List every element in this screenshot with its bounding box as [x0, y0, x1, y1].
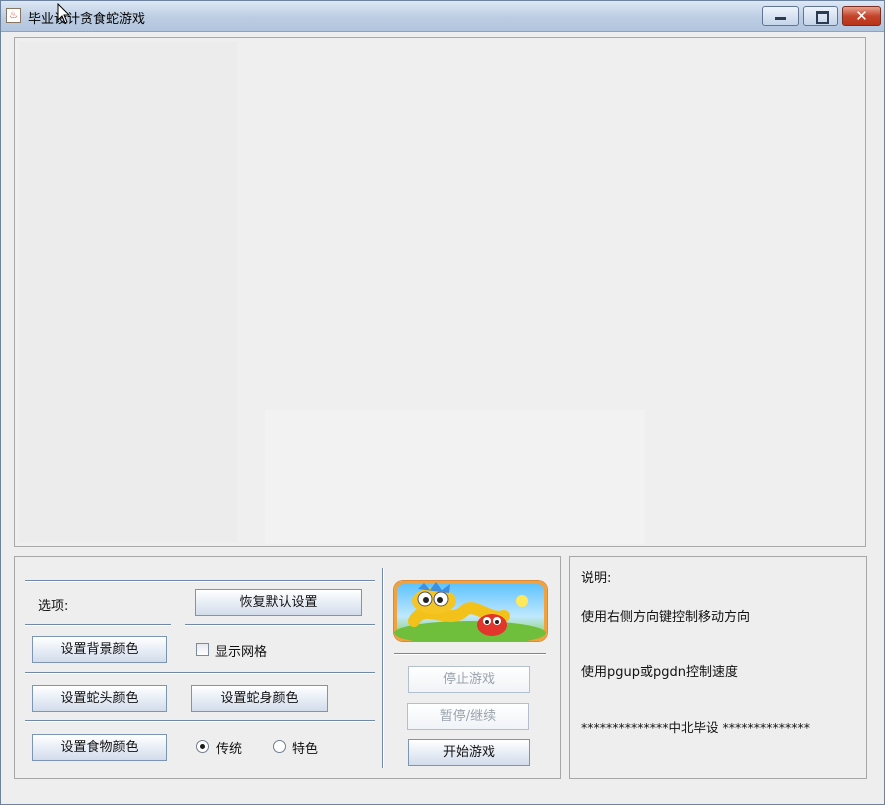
style-traditional-radio[interactable] — [196, 740, 209, 753]
set-background-color-button[interactable]: 设置背景颜色 — [32, 636, 167, 663]
close-button[interactable]: ✕ — [842, 6, 881, 26]
minimize-icon — [775, 17, 786, 20]
separator — [25, 672, 375, 673]
style-special-label: 特色 — [292, 742, 319, 757]
separator — [185, 624, 375, 625]
instruction-speed: 使用pgup或pgdn控制速度 — [581, 665, 738, 680]
stop-game-button[interactable]: 停止游戏 — [408, 666, 530, 693]
instruction-direction: 使用右侧方向键控制移动方向 — [581, 610, 751, 625]
separator — [25, 720, 375, 721]
options-label: 选项: — [38, 599, 69, 614]
instructions-heading: 说明: — [581, 571, 612, 586]
set-snake-body-color-button[interactable]: 设置蛇身颜色 — [191, 685, 328, 712]
game-window: ♨ 毕业设计贪食蛇游戏 ✕ 选项: 恢复默认设置 设置背景颜色 显示网格 设置蛇… — [0, 0, 885, 805]
maximize-button[interactable] — [803, 6, 838, 26]
snake-logo-image — [394, 581, 547, 641]
separator — [25, 624, 171, 625]
pause-resume-button[interactable]: 暂停/继续 — [407, 703, 529, 730]
set-food-color-button[interactable]: 设置食物颜色 — [32, 734, 167, 761]
reset-defaults-button[interactable]: 恢复默认设置 — [195, 589, 362, 616]
separator — [25, 580, 375, 581]
maximize-icon — [816, 11, 829, 24]
canvas-shade — [19, 42, 237, 542]
style-special-radio[interactable] — [273, 740, 286, 753]
game-canvas[interactable] — [14, 37, 866, 547]
vertical-separator — [382, 568, 383, 768]
minimize-button[interactable] — [762, 6, 799, 26]
set-snake-head-color-button[interactable]: 设置蛇头颜色 — [32, 685, 167, 712]
title-bar[interactable]: ♨ 毕业设计贪食蛇游戏 ✕ — [1, 1, 884, 32]
mouse-cursor-icon — [57, 3, 71, 24]
style-traditional-label: 传统 — [216, 742, 243, 757]
java-app-icon: ♨ — [6, 8, 21, 23]
window-title: 毕业设计贪食蛇游戏 — [28, 12, 146, 27]
credits-line: **************中北毕设 ************** — [581, 720, 810, 735]
radio-selected-dot — [200, 744, 205, 749]
snake-logo-icon — [394, 581, 547, 641]
start-game-button[interactable]: 开始游戏 — [408, 739, 530, 766]
show-grid-label: 显示网格 — [215, 645, 268, 660]
close-icon: ✕ — [855, 7, 868, 25]
canvas-shade — [265, 410, 645, 544]
show-grid-checkbox[interactable] — [196, 643, 209, 656]
separator — [394, 653, 546, 654]
